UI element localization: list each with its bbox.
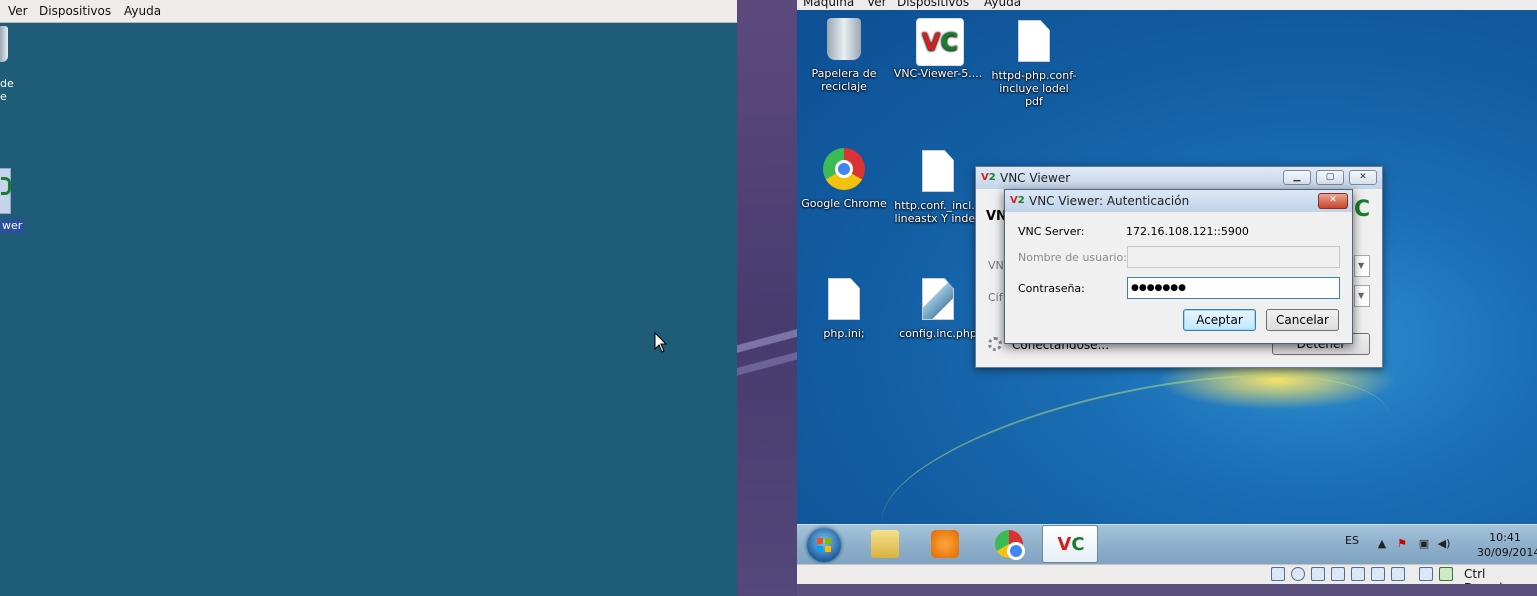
vnc-icon: V2 bbox=[981, 172, 996, 183]
dialog-title: VNC Viewer: Autenticación bbox=[1029, 194, 1190, 208]
desktop-icon-google-chrome[interactable]: Google Chrome bbox=[799, 148, 889, 210]
auth-dialog-titlebar[interactable]: V2 VNC Viewer: Autenticación ✕ bbox=[1005, 190, 1352, 212]
hard-disk-icon[interactable] bbox=[1271, 567, 1285, 581]
menu-maquina[interactable]: Máquina bbox=[803, 0, 854, 9]
display-icon[interactable] bbox=[1371, 567, 1385, 581]
desktop-icon-label: http.conf._incl... lineastx Y index bbox=[894, 199, 982, 225]
language-indicator[interactable]: ES bbox=[1345, 534, 1359, 547]
desktop-icon-label: Google Chrome bbox=[801, 197, 887, 210]
server-value: 172.16.108.121::5900 bbox=[1126, 225, 1249, 238]
vnc-server-combo[interactable]: ▼ bbox=[1354, 255, 1370, 277]
desktop-icon-php-ini[interactable]: php.ini; bbox=[799, 278, 889, 340]
media-player-icon bbox=[931, 530, 959, 558]
document-icon bbox=[828, 278, 860, 320]
menu-ayuda[interactable]: Ayuda bbox=[984, 0, 1021, 9]
action-center-icon[interactable]: ⚑ bbox=[1395, 537, 1409, 551]
vnc-auth-dialog: V2 VNC Viewer: Autenticación ✕ VNC Serve… bbox=[1004, 189, 1353, 344]
window-title: VNC Viewer bbox=[1000, 171, 1071, 185]
desktop-icon-label: Papelera de reciclaje bbox=[811, 67, 877, 93]
left-vm-window: Ver Dispositivos Ayuda de e wer bbox=[0, 0, 737, 596]
explorer-icon bbox=[871, 530, 899, 558]
host-bottom-strip bbox=[797, 584, 1537, 596]
taskbar-explorer-button[interactable] bbox=[857, 525, 913, 563]
windows-logo-icon bbox=[817, 538, 831, 552]
taskbar-vnc-button[interactable]: VC bbox=[1042, 525, 1098, 563]
maximize-button[interactable]: ▢ bbox=[1316, 170, 1344, 185]
optical-drive-icon[interactable] bbox=[1291, 567, 1305, 581]
desktop-icon-label: de e bbox=[0, 77, 14, 103]
left-vm-menubar: Ver Dispositivos Ayuda bbox=[0, 0, 737, 23]
network-icon[interactable]: ▣ bbox=[1417, 537, 1431, 551]
desktop-icon-label: httpd-php.conf- incluye lodel pdf bbox=[991, 69, 1077, 108]
menu-ver[interactable]: Ver bbox=[8, 4, 28, 18]
menu-ayuda[interactable]: Ayuda bbox=[124, 4, 161, 18]
vnc-icon: V2 bbox=[1010, 195, 1025, 206]
desktop-icon-config-inc[interactable]: config.inc.php bbox=[893, 278, 983, 340]
menu-ver[interactable]: Ver bbox=[867, 0, 887, 9]
vnc-icon[interactable] bbox=[0, 168, 11, 214]
desktop-icon-httpd-php[interactable]: httpd-php.conf- incluye lodel pdf bbox=[989, 20, 1079, 108]
right-vm-menubar: Máquina Ver Dispositivos Ayuda bbox=[797, 0, 1537, 10]
host-desktop-swoosh bbox=[737, 322, 797, 382]
username-label: Nombre de usuario: bbox=[1018, 251, 1127, 264]
encryption-combo[interactable]: ▼ bbox=[1354, 285, 1370, 307]
mouse-cursor-icon bbox=[654, 332, 668, 353]
network-adapter-icon[interactable] bbox=[1331, 567, 1345, 581]
usb-icon[interactable] bbox=[1311, 567, 1325, 581]
encryption-label: Cif bbox=[988, 291, 1003, 304]
vnc-icon: VC bbox=[1057, 534, 1085, 555]
volume-icon[interactable]: ◀) bbox=[1437, 537, 1451, 551]
vnc-logo-icon: C bbox=[1354, 197, 1371, 222]
script-icon bbox=[922, 278, 954, 320]
document-icon bbox=[1018, 20, 1050, 62]
password-label: Contraseña: bbox=[1018, 282, 1085, 295]
close-button[interactable]: ✕ bbox=[1318, 193, 1348, 209]
desktop-icon-label: php.ini; bbox=[823, 327, 865, 340]
recycle-bin-icon bbox=[827, 18, 861, 60]
host-desktop-background bbox=[737, 0, 797, 596]
desktop-icon-http-conf[interactable]: http.conf._incl... lineastx Y index bbox=[893, 150, 983, 225]
taskbar-chrome-button[interactable] bbox=[981, 525, 1037, 563]
desktop-icon-label-selected: wer bbox=[0, 219, 25, 233]
desktop-icon-recycle-bin[interactable]: Papelera de reciclaje bbox=[799, 18, 889, 93]
chrome-icon bbox=[823, 148, 865, 190]
shared-folders-icon[interactable] bbox=[1351, 567, 1365, 581]
desktop-icon-label: VNC-Viewer-5.... bbox=[893, 67, 983, 80]
menu-dispositivos[interactable]: Dispositivos bbox=[897, 0, 969, 9]
chrome-icon bbox=[995, 530, 1025, 560]
password-field[interactable]: ●●●●●●● bbox=[1127, 277, 1340, 299]
vnc-icon: VC bbox=[916, 18, 964, 66]
clock-date: 30/09/2014 bbox=[1477, 546, 1537, 559]
server-label: VNC Server: bbox=[1018, 225, 1085, 238]
minimize-button[interactable]: ▁ bbox=[1283, 170, 1311, 185]
clock[interactable]: 10:41 30/09/2014 bbox=[1477, 530, 1537, 560]
menu-dispositivos[interactable]: Dispositivos bbox=[39, 4, 111, 18]
vnc-server-label: VN bbox=[988, 259, 1004, 272]
username-field[interactable] bbox=[1127, 246, 1340, 268]
document-icon bbox=[922, 150, 954, 192]
recording-icon[interactable] bbox=[1391, 567, 1405, 581]
ok-button[interactable]: Aceptar bbox=[1183, 309, 1256, 331]
vnc-viewer-titlebar[interactable]: V2 VNC Viewer ▁ ▢ ✕ bbox=[976, 167, 1382, 189]
desktop-icon-label: config.inc.php bbox=[899, 327, 977, 340]
start-button[interactable] bbox=[807, 528, 841, 562]
taskbar-media-player-button[interactable] bbox=[917, 525, 973, 563]
desktop-icon-vnc-viewer[interactable]: VC VNC-Viewer-5.... bbox=[893, 18, 983, 80]
keyboard-capture-icon[interactable] bbox=[1439, 567, 1453, 581]
clock-time: 10:41 bbox=[1489, 531, 1521, 544]
mouse-integration-icon[interactable] bbox=[1419, 567, 1433, 581]
cancel-button[interactable]: Cancelar bbox=[1266, 309, 1339, 331]
close-button[interactable]: ✕ bbox=[1349, 170, 1377, 185]
loading-spinner-icon bbox=[988, 337, 1002, 351]
show-hidden-icons-icon[interactable]: ▲ bbox=[1375, 537, 1389, 551]
recycle-bin-icon[interactable] bbox=[0, 26, 8, 62]
